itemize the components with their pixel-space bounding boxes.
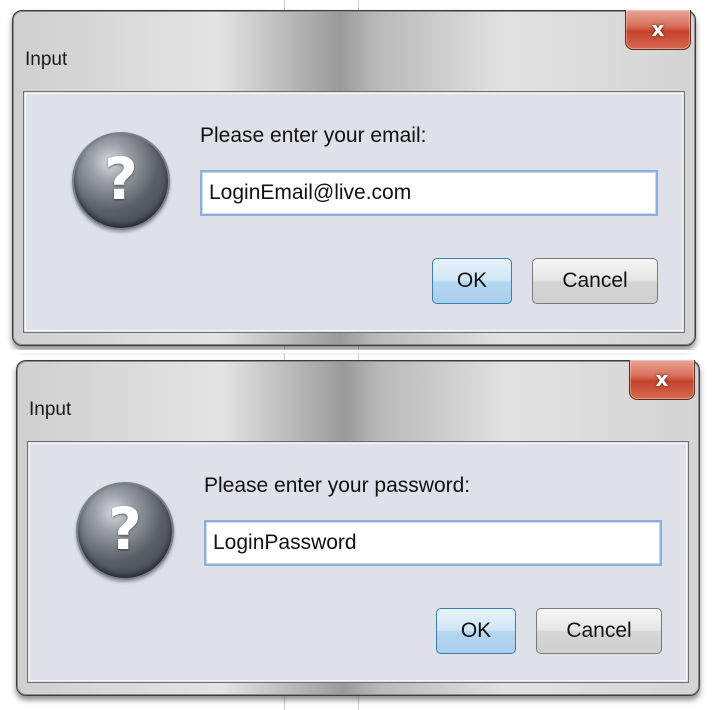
question-icon: ? xyxy=(72,132,170,230)
cancel-button[interactable]: Cancel xyxy=(532,258,658,304)
email-input[interactable]: LoginEmail@live.com xyxy=(200,170,658,216)
title-bar[interactable]: Input x xyxy=(17,360,699,420)
prompt-label: Please enter your email: xyxy=(200,124,427,147)
dialog-title: Input xyxy=(29,399,72,420)
dialog-content: ? Please enter your password: LoginPassw… xyxy=(27,441,689,683)
cancel-button[interactable]: Cancel xyxy=(536,608,662,654)
dialog-content-inner: ? Please enter your email: LoginEmail@li… xyxy=(25,93,683,331)
dialog-content-inner: ? Please enter your password: LoginPassw… xyxy=(29,443,687,681)
question-icon: ? xyxy=(76,482,174,580)
question-mark-glyph: ? xyxy=(104,145,138,213)
input-dialog-email: Input x ? Please enter your email: Login… xyxy=(12,10,696,346)
question-mark-glyph: ? xyxy=(108,495,142,563)
close-button[interactable]: x xyxy=(629,360,695,400)
ok-button[interactable]: OK xyxy=(432,258,512,304)
dialog-title: Input xyxy=(25,49,68,70)
title-bar[interactable]: Input x xyxy=(13,10,695,70)
prompt-label: Please enter your password: xyxy=(204,474,471,497)
close-button[interactable]: x xyxy=(625,10,691,50)
image-separator xyxy=(0,350,716,353)
input-dialog-password: Input x ? Please enter your password: Lo… xyxy=(16,360,700,696)
dialog-content: ? Please enter your email: LoginEmail@li… xyxy=(23,91,685,333)
ok-button[interactable]: OK xyxy=(436,608,516,654)
password-input[interactable]: LoginPassword xyxy=(204,520,662,566)
